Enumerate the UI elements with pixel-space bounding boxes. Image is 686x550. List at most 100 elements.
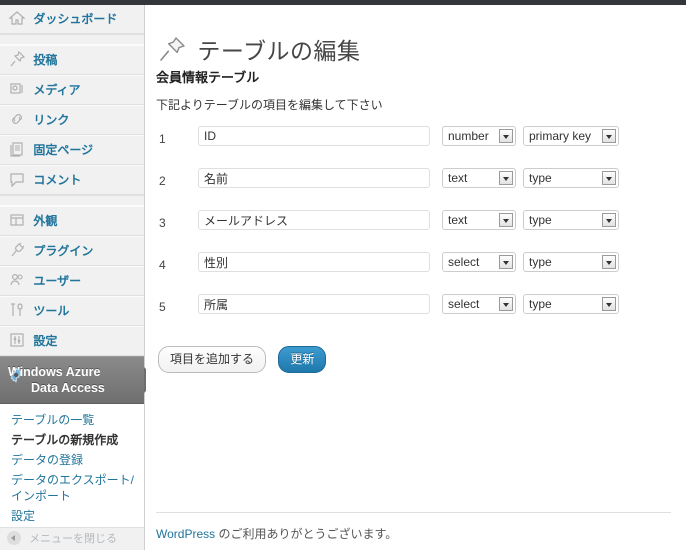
add-item-button[interactable]: 項目を追加する <box>158 346 267 373</box>
sidebar-item-media[interactable]: メディア <box>0 75 144 105</box>
column-type-select[interactable]: select <box>442 294 516 314</box>
sidebar-item-label: プラグイン <box>33 244 94 258</box>
users-icon <box>8 271 26 289</box>
sidebar-item-windows-azure-data-access[interactable]: Windows Azure Data Access <box>0 356 157 404</box>
page-description: 下記よりテーブルの項目を編集して下さい <box>156 98 383 112</box>
sidebar-item-links[interactable]: リンク <box>0 105 144 135</box>
table-row: 2 text type <box>146 166 686 208</box>
column-type-select[interactable]: text <box>442 210 516 230</box>
pages-icon <box>8 140 26 158</box>
column-key-value: primary key <box>529 129 592 143</box>
azure-submenu: テーブルの一覧 テーブルの新規作成 データの登録 データのエクスポート/インポー… <box>0 404 144 535</box>
form-actions: 項目を追加する 更新 <box>158 346 686 376</box>
sidebar-item-posts[interactable]: 投稿 <box>0 45 144 75</box>
sidebar-divider <box>0 34 144 45</box>
sidebar-item-label: 設定 <box>33 334 58 348</box>
sidebar-active-item-label-group: Windows Azure Data Access <box>8 357 144 396</box>
column-type-value: select <box>448 255 480 269</box>
sidebar-item-pages[interactable]: 固定ページ <box>0 135 144 165</box>
sidebar-item-label: 固定ページ <box>33 143 94 157</box>
admin-footer: WordPress のご利用ありがとうございます。 <box>156 512 671 542</box>
sidebar-item-appearance[interactable]: 外観 <box>0 206 144 236</box>
column-key-select[interactable]: type <box>523 168 619 188</box>
column-type-value: select <box>448 297 480 311</box>
wordpress-link[interactable]: WordPress <box>156 527 215 541</box>
collapse-menu-button[interactable]: メニューを閉じる <box>0 527 144 550</box>
main-content: テーブルの編集 会員情報テーブル 下記よりテーブルの項目を編集して下さい 1 n… <box>146 5 686 550</box>
submenu-item-settings[interactable]: 設定 <box>0 506 144 526</box>
column-type-select[interactable]: text <box>442 168 516 188</box>
column-key-select[interactable]: type <box>523 210 619 230</box>
media-icon <box>8 80 26 98</box>
sidebar-item-label: ダッシュボード <box>33 12 118 26</box>
sidebar-item-users[interactable]: ユーザー <box>0 266 144 296</box>
column-name-input[interactable] <box>198 168 430 188</box>
chevron-down-icon <box>602 255 616 269</box>
post-pin-icon <box>8 50 26 68</box>
page-title: テーブルの編集 <box>197 38 361 65</box>
column-name-input[interactable] <box>198 210 430 230</box>
sidebar-item-label: 投稿 <box>33 53 58 67</box>
sidebar-item-label: リンク <box>33 113 70 127</box>
table-name-heading: 会員情報テーブル <box>156 70 260 85</box>
column-key-select[interactable]: type <box>523 252 619 272</box>
column-key-select[interactable]: type <box>523 294 619 314</box>
row-number: 5 <box>159 300 166 314</box>
table-row: 4 select type <box>146 250 686 292</box>
appearance-icon <box>8 211 26 229</box>
submenu-item-create-table[interactable]: テーブルの新規作成 <box>0 430 144 450</box>
chevron-down-icon <box>602 213 616 227</box>
sidebar-item-label: ユーザー <box>33 274 82 288</box>
admin-sidebar: ダッシュボード 投稿 メディア リンク 固定ページ コメント 外観 プラグイン … <box>0 5 157 550</box>
column-key-select[interactable]: primary key <box>523 126 619 146</box>
table-row: 3 text type <box>146 208 686 250</box>
chevron-down-icon <box>602 171 616 185</box>
column-type-select[interactable]: select <box>442 252 516 272</box>
chevron-down-icon <box>499 297 513 311</box>
footer-text: のご利用ありがとうございます。 <box>215 527 398 541</box>
column-type-select[interactable]: number <box>442 126 516 146</box>
column-name-input[interactable] <box>198 252 430 272</box>
sidebar-item-dashboard[interactable]: ダッシュボード <box>0 5 144 34</box>
sidebar-active-item-label-line2: Data Access <box>31 381 105 395</box>
pin-icon <box>156 33 188 65</box>
sidebar-item-tools[interactable]: ツール <box>0 296 144 326</box>
column-key-value: type <box>529 171 552 185</box>
column-key-value: type <box>529 213 552 227</box>
column-type-value: number <box>448 129 489 143</box>
submenu-item-register-data[interactable]: データの登録 <box>0 450 144 470</box>
column-type-value: text <box>448 213 468 227</box>
sidebar-item-plugins[interactable]: プラグイン <box>0 236 144 266</box>
sidebar-divider <box>0 195 144 206</box>
submenu-item-export-import[interactable]: データのエクスポート/インポート <box>0 470 144 506</box>
sidebar-active-item-label-line1: Windows Azure <box>8 365 101 379</box>
gear-icon <box>8 367 24 383</box>
row-number: 1 <box>159 132 166 146</box>
sidebar-item-label: メディア <box>33 83 81 97</box>
settings-icon <box>8 331 26 349</box>
chevron-down-icon <box>499 171 513 185</box>
collapse-menu-label: メニューを閉じる <box>29 533 118 545</box>
collapse-arrow-icon <box>7 531 21 545</box>
comment-icon <box>8 170 26 188</box>
page-header: テーブルの編集 <box>146 5 686 64</box>
row-number: 2 <box>159 174 166 188</box>
column-definition-rows: 1 number primary key 2 text <box>146 124 686 334</box>
sidebar-item-label: ツール <box>33 304 70 318</box>
chevron-down-icon <box>499 213 513 227</box>
dashboard-icon <box>8 9 26 27</box>
column-key-value: type <box>529 255 552 269</box>
sidebar-item-comments[interactable]: コメント <box>0 165 144 195</box>
sidebar-item-label: 外観 <box>33 214 58 228</box>
column-name-input[interactable] <box>198 294 430 314</box>
column-name-input[interactable] <box>198 126 430 146</box>
submenu-item-table-list[interactable]: テーブルの一覧 <box>0 410 144 430</box>
row-number: 4 <box>159 258 166 272</box>
link-icon <box>8 110 26 128</box>
column-type-value: text <box>448 171 468 185</box>
table-row: 5 select type <box>146 292 686 334</box>
sidebar-item-settings[interactable]: 設定 <box>0 326 144 356</box>
update-button[interactable]: 更新 <box>278 346 327 373</box>
row-number: 3 <box>159 216 166 230</box>
chevron-down-icon <box>602 129 616 143</box>
